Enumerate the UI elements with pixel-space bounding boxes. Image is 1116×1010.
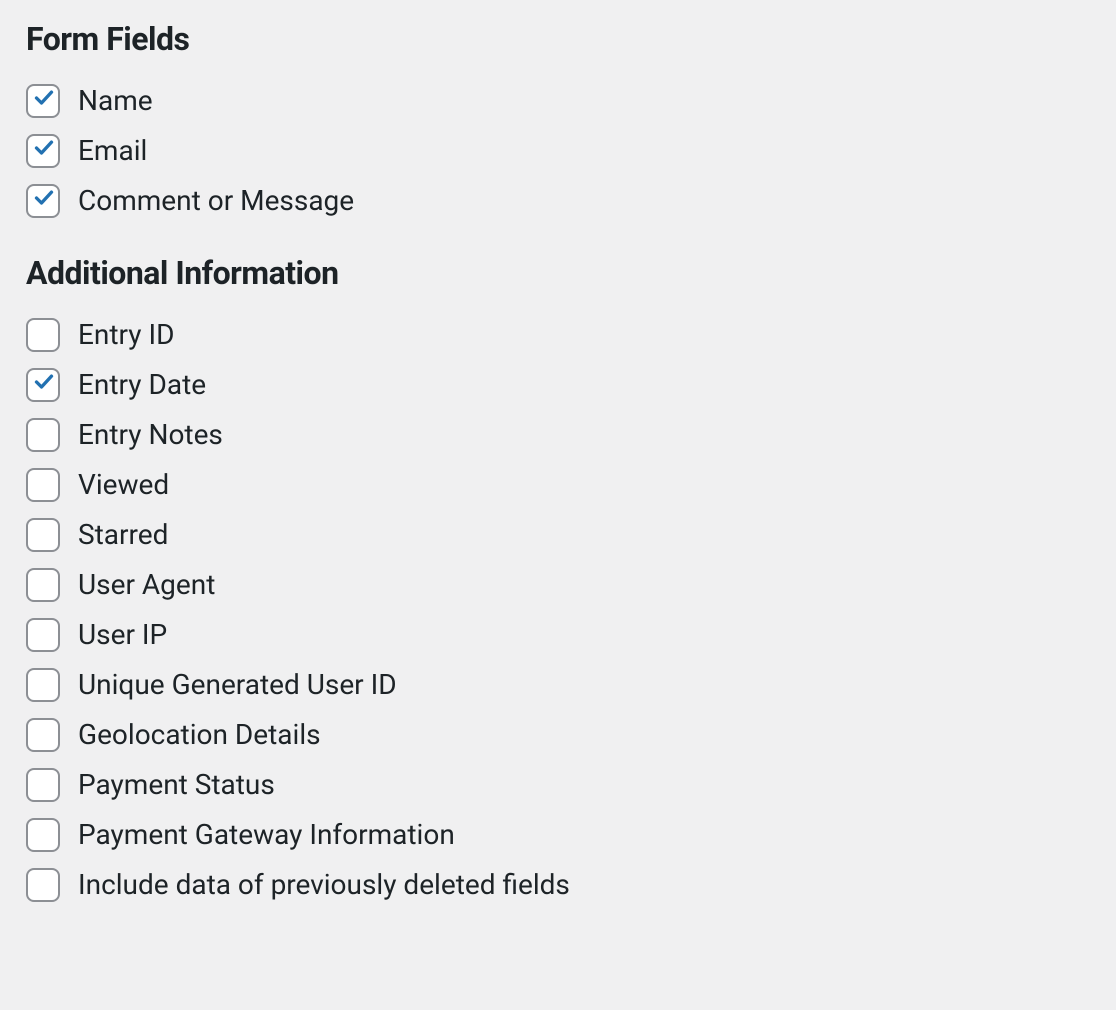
check-label-user-ip[interactable]: User IP xyxy=(78,618,167,652)
checkbox-geolocation-details[interactable] xyxy=(26,718,60,752)
check-label-user-agent[interactable]: User Agent xyxy=(78,568,215,602)
checkbox-name[interactable] xyxy=(26,84,60,118)
check-row-user-ip: User IP xyxy=(26,618,1090,652)
check-row-name: Name xyxy=(26,84,1090,118)
checkbox-comment-or-message[interactable] xyxy=(26,184,60,218)
checkbox-include-deleted-fields[interactable] xyxy=(26,868,60,902)
check-label-starred[interactable]: Starred xyxy=(78,518,168,552)
check-label-viewed[interactable]: Viewed xyxy=(78,468,169,502)
check-row-payment-gateway-information: Payment Gateway Information xyxy=(26,818,1090,852)
check-row-unique-generated-user-id: Unique Generated User ID xyxy=(26,668,1090,702)
check-label-unique-generated-user-id[interactable]: Unique Generated User ID xyxy=(78,668,397,702)
check-label-geolocation-details[interactable]: Geolocation Details xyxy=(78,718,321,752)
check-row-viewed: Viewed xyxy=(26,468,1090,502)
check-label-entry-notes[interactable]: Entry Notes xyxy=(78,418,223,452)
section-heading-form-fields: Form Fields xyxy=(26,20,1090,58)
checklist-additional-information: Entry ID Entry Date Entry Notes Viewed Starr… xyxy=(26,318,1090,902)
check-label-email[interactable]: Email xyxy=(78,134,147,168)
check-label-payment-gateway-information[interactable]: Payment Gateway Information xyxy=(78,818,455,852)
check-row-user-agent: User Agent xyxy=(26,568,1090,602)
check-label-comment-or-message[interactable]: Comment or Message xyxy=(78,184,354,218)
check-label-entry-date[interactable]: Entry Date xyxy=(78,368,206,402)
check-row-include-deleted-fields: Include data of previously deleted field… xyxy=(26,868,1090,902)
checklist-form-fields: Name Email Comment or Message xyxy=(26,84,1090,218)
check-row-entry-id: Entry ID xyxy=(26,318,1090,352)
checkbox-starred[interactable] xyxy=(26,518,60,552)
checkbox-user-agent[interactable] xyxy=(26,568,60,602)
check-label-name[interactable]: Name xyxy=(78,84,153,118)
check-row-comment-or-message: Comment or Message xyxy=(26,184,1090,218)
check-row-payment-status: Payment Status xyxy=(26,768,1090,802)
checkbox-unique-generated-user-id[interactable] xyxy=(26,668,60,702)
checkbox-payment-gateway-information[interactable] xyxy=(26,818,60,852)
checkbox-email[interactable] xyxy=(26,134,60,168)
check-row-starred: Starred xyxy=(26,518,1090,552)
check-label-include-deleted-fields[interactable]: Include data of previously deleted field… xyxy=(78,868,570,902)
check-row-entry-notes: Entry Notes xyxy=(26,418,1090,452)
check-row-entry-date: Entry Date xyxy=(26,368,1090,402)
checkbox-entry-notes[interactable] xyxy=(26,418,60,452)
checkbox-entry-id[interactable] xyxy=(26,318,60,352)
check-row-email: Email xyxy=(26,134,1090,168)
check-row-geolocation-details: Geolocation Details xyxy=(26,718,1090,752)
checkbox-user-ip[interactable] xyxy=(26,618,60,652)
check-label-payment-status[interactable]: Payment Status xyxy=(78,768,275,802)
checkbox-entry-date[interactable] xyxy=(26,368,60,402)
checkbox-viewed[interactable] xyxy=(26,468,60,502)
checkbox-payment-status[interactable] xyxy=(26,768,60,802)
check-label-entry-id[interactable]: Entry ID xyxy=(78,318,174,352)
section-heading-additional-information: Additional Information xyxy=(26,254,1090,292)
